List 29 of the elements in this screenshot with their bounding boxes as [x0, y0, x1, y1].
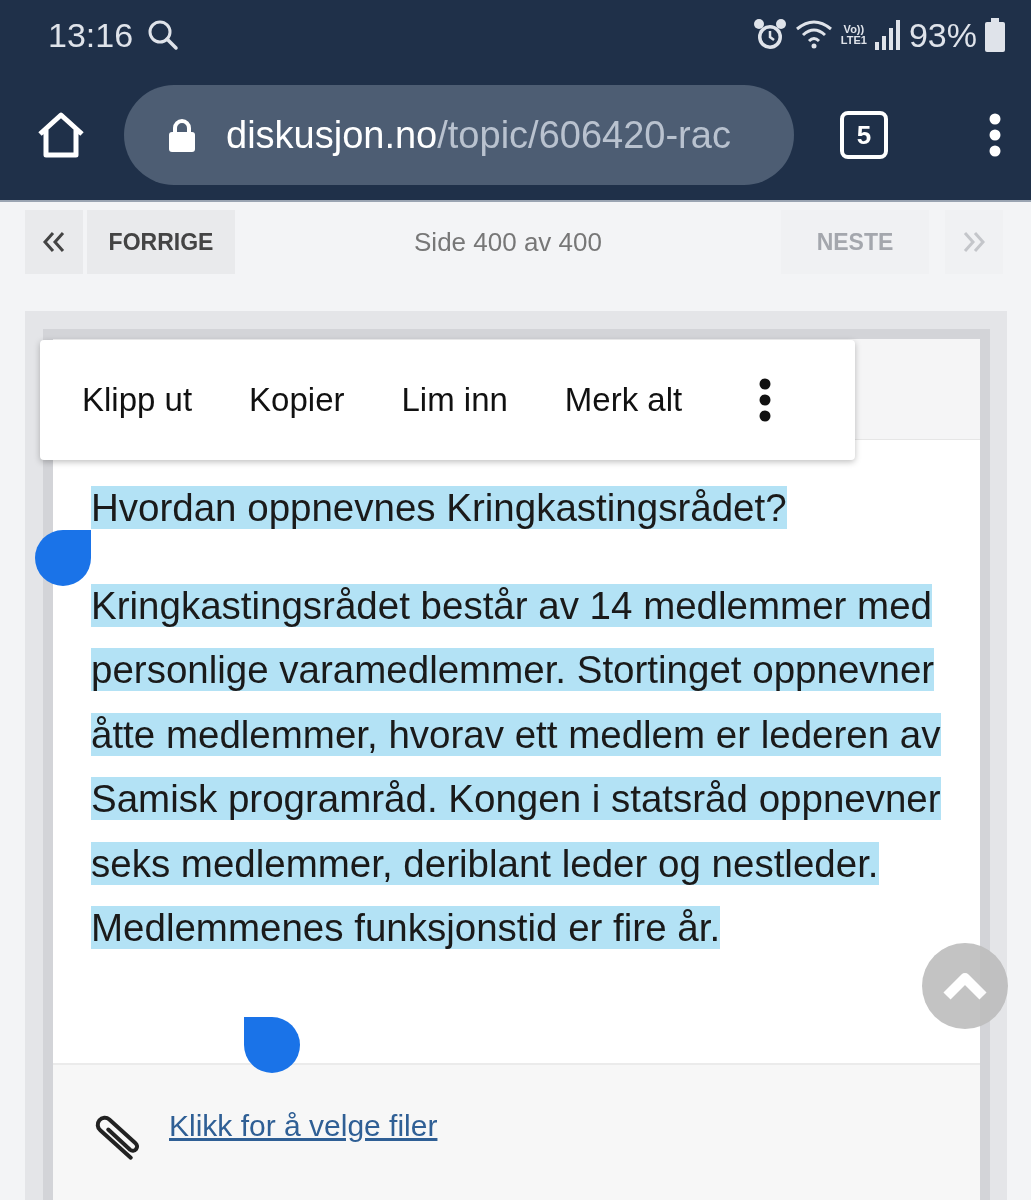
home-icon[interactable]: [36, 112, 86, 158]
more-options-icon[interactable]: [989, 113, 1001, 157]
page-indicator: Side 400 av 400: [413, 226, 603, 258]
previous-button[interactable]: FORRIGE: [87, 210, 235, 274]
lock-icon: [168, 118, 196, 152]
context-menu-item[interactable]: Lim inn: [401, 381, 508, 419]
first-page-button[interactable]: [25, 210, 83, 274]
double-chevron-right-icon: [961, 231, 987, 253]
more-options-icon[interactable]: [759, 378, 772, 422]
file-upload-link[interactable]: Klikk for å velge filer: [169, 1109, 438, 1143]
selection-handle[interactable]: [244, 1017, 300, 1073]
double-chevron-left-icon: [41, 231, 67, 253]
selection-handle[interactable]: [35, 530, 91, 586]
search-icon: [147, 19, 180, 51]
context-menu-item[interactable]: Merk alt: [564, 381, 683, 419]
address-bar[interactable]: diskusjon.no/topic/606420-rac: [124, 85, 794, 185]
clock-time: 13:16: [48, 15, 134, 55]
alarm-clock-icon: [752, 18, 787, 52]
context-menu-item[interactable]: Kopier: [249, 381, 345, 419]
battery-percent: 93%: [908, 15, 977, 55]
battery-icon: [985, 18, 1005, 52]
chevron-up-icon: [942, 971, 988, 1001]
wifi-icon: [794, 19, 833, 51]
network-label: Vo)) LTE1: [840, 24, 867, 46]
editor-paragraph: Kringkastingsrådet består av 14 medlemmer med personlige varamedlemmer. Stortinget oppnevner åtte medlemmer, hvorav ett medlem er lederen av Samisk programråd. Kongen i statsråd oppnevner seks medlemmer, deriblant leder og nestleder. Medlemmenes funksjonstid er fire år.: [91, 582, 942, 951]
signal-icon: [874, 20, 901, 50]
editor-paragraph: Hvordan oppnevnes Kringkastingsrådet?: [91, 485, 788, 531]
tab-count-button[interactable]: 5: [840, 111, 888, 159]
context-menu-item[interactable]: Klipp ut: [82, 381, 193, 419]
